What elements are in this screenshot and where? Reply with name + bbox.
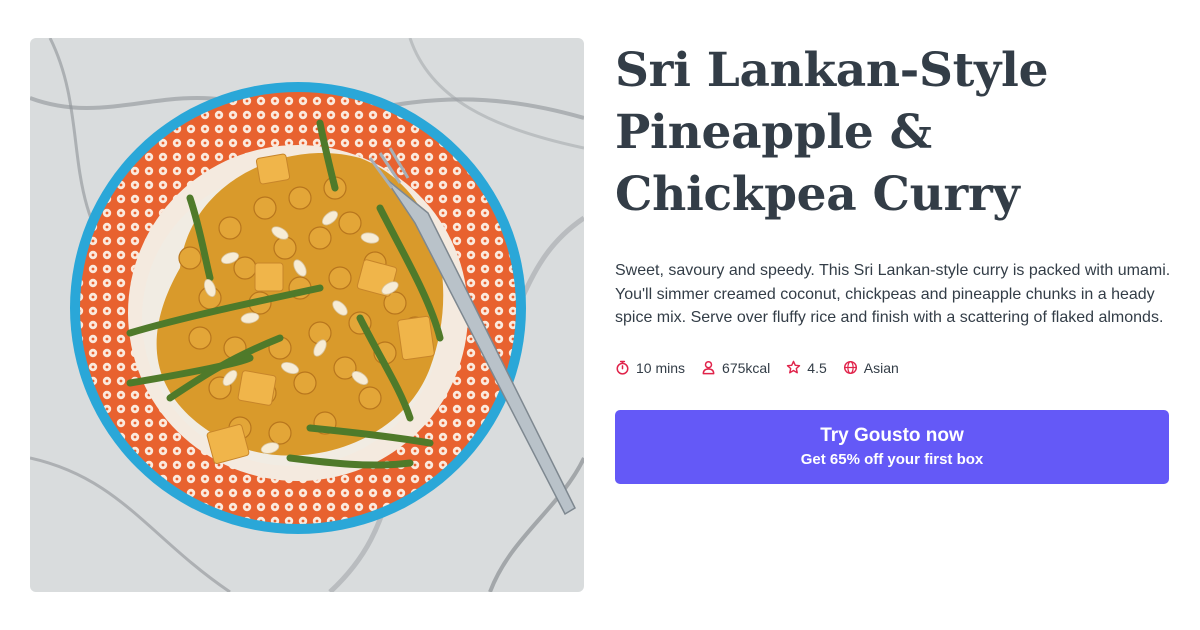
cta-subtitle: Get 65% off your first box <box>800 451 984 468</box>
person-icon <box>702 360 715 375</box>
meta-time: 10 mins <box>615 360 685 376</box>
meta-cuisine: Asian <box>843 360 899 376</box>
rating-value: 4.5 <box>807 359 827 376</box>
time-value: 10 mins <box>636 359 686 376</box>
try-gousto-button[interactable]: Try Gousto now Get 65% off your first bo… <box>615 410 1169 484</box>
globe-icon <box>843 360 857 375</box>
cuisine-value: Asian <box>863 359 899 376</box>
calories-value: 675kcal <box>722 359 771 376</box>
cta-title: Try Gousto now <box>820 425 964 446</box>
recipe-meta: 10 mins 675kcal 4.5 Asian <box>615 360 1171 376</box>
meta-calories: 675kcal <box>701 360 770 376</box>
recipe-description: Sweet, savoury and speedy. This Sri Lank… <box>615 262 1171 326</box>
star-icon <box>787 360 801 374</box>
recipe-photo <box>30 38 584 592</box>
recipe-info: Sri Lankan-Style Pineapple & Chickpea Cu… <box>615 40 1171 484</box>
meta-rating: 4.5 <box>786 359 827 376</box>
timer-icon <box>616 360 629 375</box>
recipe-title: Sri Lankan-Style Pineapple & Chickpea Cu… <box>615 43 1049 222</box>
